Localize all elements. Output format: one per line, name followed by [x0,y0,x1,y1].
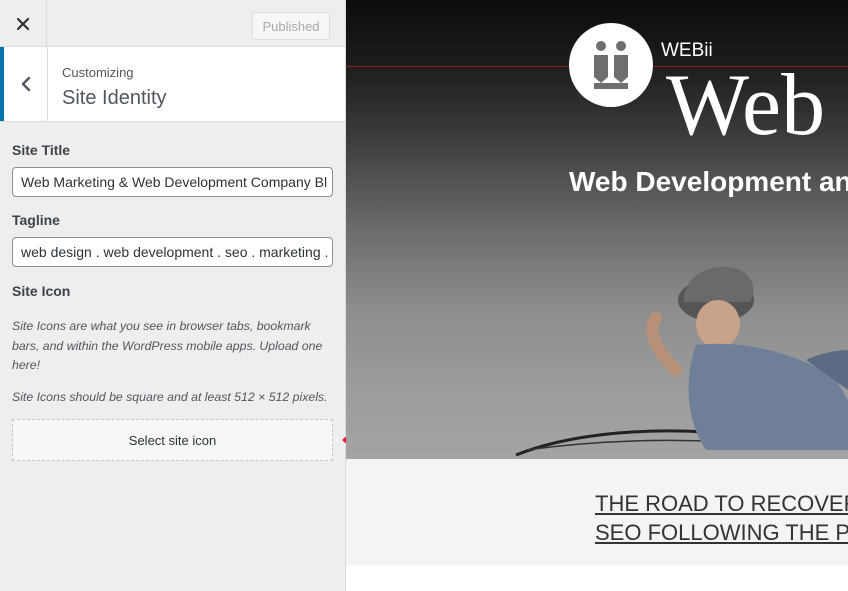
customizer-sidebar: Published Customizing Site Identity Site… [0,0,346,591]
tagline-label: Tagline [12,212,60,228]
breadcrumb: Customizing [62,65,134,80]
site-icon-description: Site Icons are what you see in browser t… [12,319,323,372]
section-title: Site Identity [62,87,167,109]
customizer-topbar: Published [0,0,345,47]
post-title-link[interactable]: THE ROAD TO RECOVER SEO FOLLOWING THE P [595,489,848,547]
hero-tagline: Web Development an [569,166,848,197]
site-icon-size-hint: Site Icons should be square and at least… [12,390,328,404]
hero-banner: WEBii Web I Web Development an [346,0,848,459]
select-site-icon-button[interactable]: Select site icon [12,419,333,461]
back-button[interactable] [0,47,48,121]
tagline-input[interactable]: web design . web development . seo . mar… [12,237,333,267]
publish-button[interactable]: Published [252,12,330,40]
hero-photo-woman [515,266,848,457]
site-title-label: Site Title [12,142,71,158]
close-button[interactable] [0,0,47,47]
site-title-heading[interactable]: Web I [666,62,848,150]
site-icon-label: Site Icon [12,283,71,299]
section-header: Customizing Site Identity [0,47,345,122]
site-logo[interactable] [569,23,653,107]
site-title-input[interactable]: Web Marketing & Web Development Company … [12,167,333,197]
webii-logo-icon [594,41,628,89]
close-icon [16,17,30,30]
site-preview: WEBii Web I Web Development an THE ROAD … [346,0,848,591]
chevron-left-icon [21,76,30,92]
post-title-line-1: THE ROAD TO RECOVER [595,491,848,516]
post-title-line-2: SEO FOLLOWING THE P [595,520,848,545]
